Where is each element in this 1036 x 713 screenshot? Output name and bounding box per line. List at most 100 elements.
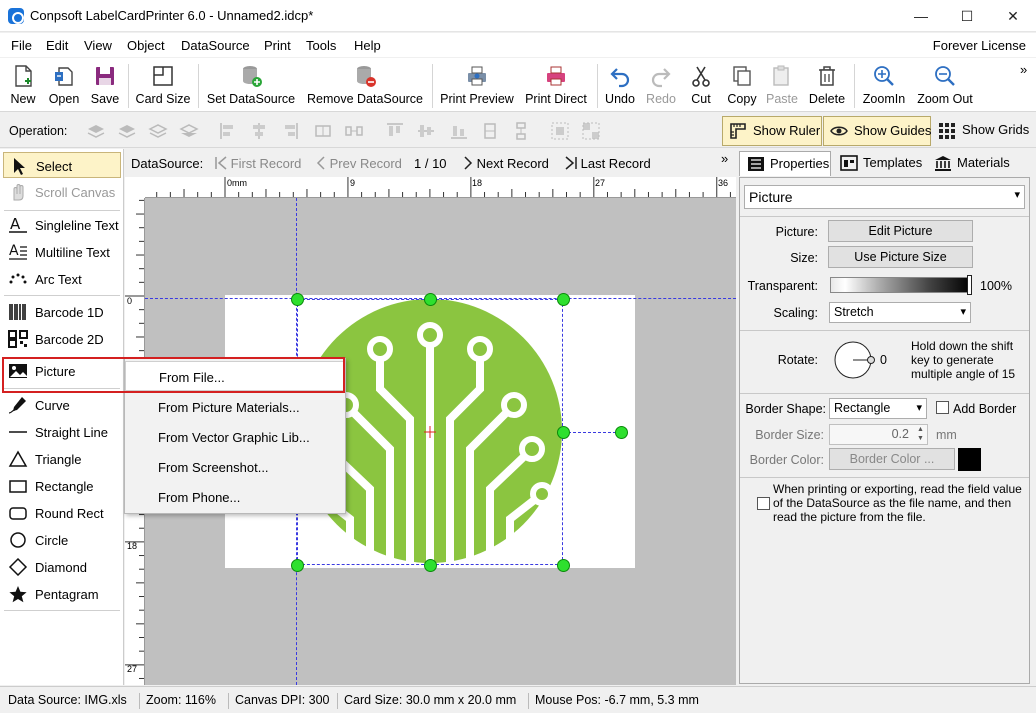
tool-barcode-2d[interactable]: Barcode 2D <box>3 326 121 352</box>
resize-handle-top[interactable] <box>424 293 437 306</box>
tool-multiline-text[interactable]: A Multiline Text <box>3 239 121 265</box>
status-data-source: Data Source: IMG.xls <box>8 693 127 707</box>
cut-button[interactable]: Cut <box>686 62 716 110</box>
use-picture-size-button[interactable]: Use Picture Size <box>828 246 973 268</box>
send-back-icon[interactable] <box>179 121 199 141</box>
first-record-button[interactable]: First Record <box>215 156 301 171</box>
tool-barcode-1d[interactable]: Barcode 1D <box>3 299 121 325</box>
edit-picture-button[interactable]: Edit Picture <box>828 220 973 242</box>
tool-singleline-text[interactable]: A Singleline Text <box>3 212 121 238</box>
resize-handle-right[interactable] <box>557 426 570 439</box>
paste-button[interactable]: Paste <box>764 62 800 110</box>
undo-button[interactable]: Undo <box>602 62 638 110</box>
align-left-icon[interactable] <box>218 121 238 141</box>
align-top-icon[interactable] <box>385 121 405 141</box>
bring-forward-icon[interactable] <box>117 121 137 141</box>
tool-straight-line[interactable]: Straight Line <box>3 419 121 445</box>
tool-triangle[interactable]: Triangle <box>3 446 121 472</box>
space-evenly-icon[interactable] <box>344 121 364 141</box>
tool-arc-text[interactable]: Arc Text <box>3 266 121 292</box>
card-size-button[interactable]: Card Size <box>134 62 192 110</box>
align-bottom-icon[interactable] <box>449 121 469 141</box>
menu-tools[interactable]: Tools <box>306 38 336 53</box>
set-datasource-button[interactable]: Set DataSource <box>204 62 298 110</box>
open-button[interactable]: Open <box>45 62 83 110</box>
tool-rectangle[interactable]: Rectangle <box>3 473 121 499</box>
horizontal-ruler[interactable]: 0mm 9 18 27 36 <box>145 177 736 198</box>
add-border-checkbox[interactable] <box>936 401 949 414</box>
align-right-icon[interactable] <box>280 121 300 141</box>
tool-diamond[interactable]: Diamond <box>3 554 121 580</box>
menu-item-from-screenshot[interactable]: From Screenshot... <box>125 452 345 482</box>
resize-handle-top-right[interactable] <box>557 293 570 306</box>
send-backward-icon[interactable] <box>148 121 168 141</box>
tool-circle[interactable]: Circle <box>3 527 121 553</box>
save-button[interactable]: Save <box>88 62 122 110</box>
menu-object[interactable]: Object <box>127 38 165 53</box>
menu-help[interactable]: Help <box>354 38 381 53</box>
resize-handle-bottom[interactable] <box>424 559 437 572</box>
tool-round-rect[interactable]: Round Rect <box>3 500 121 526</box>
copy-button[interactable]: Copy <box>724 62 760 110</box>
menu-print[interactable]: Print <box>264 38 291 53</box>
toolbar-overflow-button[interactable]: » <box>1020 62 1027 77</box>
tool-curve[interactable]: Curve <box>3 392 121 418</box>
app-icon <box>8 8 24 24</box>
ungroup-icon[interactable] <box>581 121 601 141</box>
tab-materials[interactable]: Materials <box>927 151 1011 176</box>
tool-pentagram[interactable]: Pentagram <box>3 581 121 607</box>
menu-view[interactable]: View <box>84 38 112 53</box>
remove-datasource-button[interactable]: Remove DataSource <box>304 62 426 110</box>
tool-scroll-canvas[interactable]: Scroll Canvas <box>3 179 121 205</box>
tool-multiline-text-label: Multiline Text <box>35 245 110 260</box>
tab-templates[interactable]: Templates <box>833 151 925 176</box>
tab-properties[interactable]: Properties <box>739 151 831 176</box>
minimize-button[interactable]: — <box>898 0 944 32</box>
maximize-button[interactable]: ☐ <box>944 0 990 32</box>
next-record-button[interactable]: Next Record <box>463 156 549 171</box>
right-panel-tabs: Properties Templates Materials <box>737 149 1036 177</box>
close-button[interactable]: ✕ <box>990 0 1036 32</box>
align-middle-icon[interactable] <box>416 121 436 141</box>
delete-button[interactable]: Delete <box>806 62 848 110</box>
menu-edit[interactable]: Edit <box>46 38 68 53</box>
show-grids-toggle[interactable]: Show Grids <box>932 116 1032 146</box>
menu-item-from-picture-materials[interactable]: From Picture Materials... <box>125 392 345 422</box>
group-icon[interactable] <box>550 121 570 141</box>
space-vertical-icon[interactable] <box>511 121 531 141</box>
zoom-in-button[interactable]: ZoomIn <box>858 62 910 110</box>
menu-item-from-vector-graphic-lib[interactable]: From Vector Graphic Lib... <box>125 422 345 452</box>
bring-front-icon[interactable] <box>86 121 106 141</box>
resize-handle-top-left[interactable] <box>291 293 304 306</box>
print-preview-button[interactable]: Print Preview <box>438 62 516 110</box>
show-ruler-toggle[interactable]: Show Ruler <box>722 116 822 146</box>
rotate-handle[interactable] <box>615 426 628 439</box>
resize-handle-bottom-left[interactable] <box>291 559 304 572</box>
print-direct-button[interactable]: Print Direct <box>521 62 591 110</box>
border-shape-select[interactable]: Rectangle <box>829 398 927 419</box>
distribute-h-icon[interactable] <box>313 121 333 141</box>
border-color-swatch[interactable] <box>958 448 981 471</box>
menu-datasource[interactable]: DataSource <box>181 38 250 53</box>
tool-circle-label: Circle <box>35 533 69 548</box>
prev-record-button[interactable]: Prev Record <box>316 156 402 171</box>
border-size-spinner[interactable]: ▲ ▼ <box>914 425 927 444</box>
show-guides-toggle[interactable]: Show Guides <box>823 116 931 146</box>
menu-item-from-phone[interactable]: From Phone... <box>125 482 345 512</box>
align-center-icon[interactable] <box>249 121 269 141</box>
transparency-slider-thumb[interactable] <box>967 275 972 295</box>
scaling-select[interactable]: Stretch <box>829 302 971 323</box>
transparency-slider[interactable] <box>830 277 972 293</box>
last-record-button[interactable]: Last Record <box>565 156 651 171</box>
redo-button[interactable]: Redo <box>643 62 679 110</box>
new-button[interactable]: New <box>6 62 40 110</box>
zoom-out-button[interactable]: Zoom Out <box>914 62 976 110</box>
datasource-filename-checkbox[interactable] <box>757 497 770 510</box>
distribute-v-icon[interactable] <box>480 121 500 141</box>
datasource-overflow-button[interactable]: » <box>721 151 728 166</box>
menu-file[interactable]: File <box>11 38 32 53</box>
resize-handle-bottom-right[interactable] <box>557 559 570 572</box>
tool-select[interactable]: Select <box>3 152 121 178</box>
border-color-button[interactable]: Border Color ... <box>829 448 955 470</box>
object-type-select[interactable]: Picture <box>744 185 1025 209</box>
